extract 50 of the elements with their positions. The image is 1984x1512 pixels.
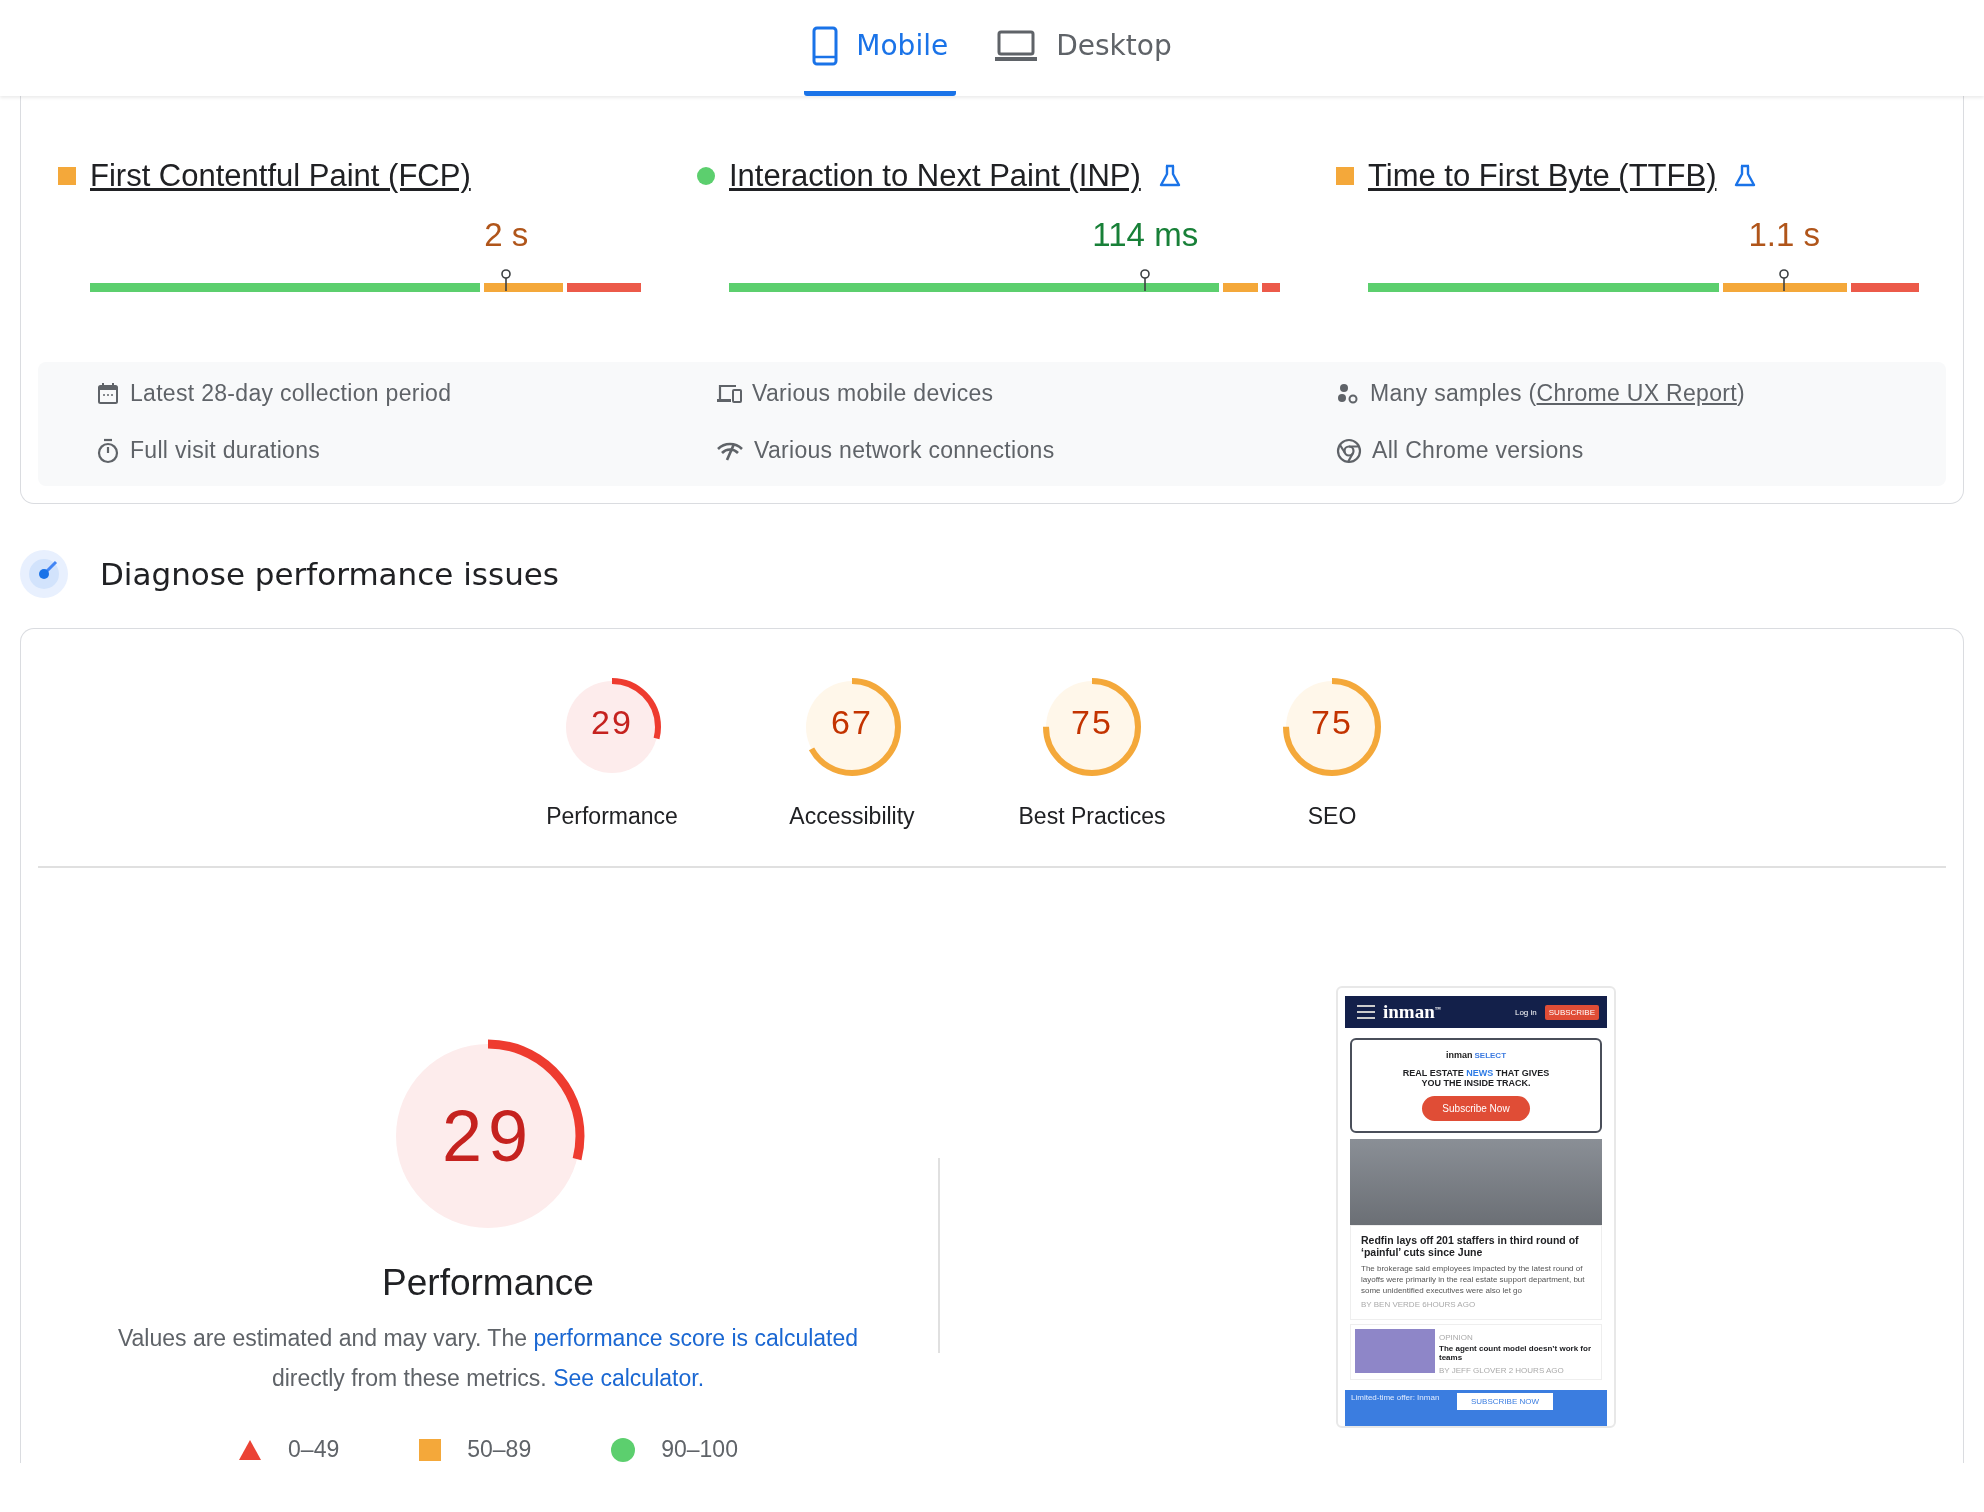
score-link[interactable]: performance score is calculated	[533, 1325, 859, 1351]
chrome-icon	[1336, 437, 1362, 464]
device-tab[interactable]: Mobile	[804, 0, 957, 96]
phone-icon	[812, 25, 839, 66]
score-description: Values are estimated and may vary. The performance score is calculated directly from these metrics. See calculator.	[116, 1324, 860, 1393]
legend-label: 50–89	[467, 1436, 532, 1463]
article-title: Redfin lays off 201 staffers in third round of ‘painful’ cuts since June	[1361, 1234, 1580, 1258]
metric-value: 1.1 s	[1748, 216, 1820, 254]
subscribe-button[interactable]: SUBSCRIBE	[1544, 1004, 1599, 1020]
site-logo: inman$^{™}$	[1383, 1001, 1441, 1023]
section-title: Diagnose performance issues	[100, 556, 560, 592]
info-text: Various mobile devices	[752, 380, 994, 407]
score-title: Performance	[382, 1262, 594, 1304]
subscribe-button[interactable]: SUBSCRIBE NOW	[1457, 1393, 1553, 1410]
legend-label: 0–49	[288, 1436, 340, 1463]
dots-icon	[1336, 381, 1360, 406]
metric-link[interactable]: Interaction to Next Paint (INP)	[729, 158, 1141, 194]
calendar-icon	[96, 381, 120, 406]
metric-link[interactable]: Time to First Byte (TTFB)	[1368, 158, 1717, 194]
article-label: OPINION	[1439, 1333, 1474, 1342]
legend-label: 90–100	[661, 1436, 738, 1463]
metric-link[interactable]: First Contentful Paint (FCP)	[90, 158, 471, 194]
category-score[interactable]: 29 Performance	[492, 677, 732, 830]
metric-value: 114 ms	[1092, 216, 1199, 254]
metric-value: 2 s	[484, 216, 529, 254]
category-score[interactable]: 75 Best Practices	[972, 677, 1212, 830]
devices-icon	[716, 382, 742, 405]
category-score[interactable]: 67 Accessibility	[732, 677, 972, 830]
article-summary: The brokerage said employees impacted by the latest round of layoffs were primarily in the real estate support department, but some unidentified executives were also let go	[1361, 1263, 1586, 1296]
info-text: Many samples (Chrome UX Report)	[1370, 380, 1745, 407]
calculator-link[interactable]: See calculator.	[553, 1365, 705, 1391]
promo-headline: REAL ESTATE NEWS THAT GIVES YOU THE INSIDE TRACK.	[1401, 1068, 1551, 1088]
gauge-icon	[20, 550, 68, 598]
subscribe-button[interactable]: Subscribe Now	[1422, 1096, 1530, 1121]
offer-text: Limited-time offer: Inman	[1351, 1393, 1441, 1402]
device-tab[interactable]: Desktop	[986, 0, 1180, 96]
score-value: 29	[441, 1095, 535, 1177]
category-score[interactable]: 75 SEO	[1212, 677, 1452, 830]
info-text: Latest 28-day collection period	[130, 380, 452, 407]
login-link[interactable]: Log in	[1514, 1007, 1537, 1017]
info-text: Various network connections	[754, 437, 1055, 464]
info-text: Full visit durations	[130, 437, 321, 464]
laptop-icon	[994, 29, 1039, 62]
menu-icon	[1357, 1005, 1375, 1019]
promo-brand: inman SELECT	[1445, 1050, 1507, 1060]
article-byline: BY JEFF GLOVER 2 HOURS AGO	[1439, 1366, 1565, 1375]
article-title: The agent count model doesn’t work for teams	[1439, 1344, 1592, 1362]
article-byline: BY BEN VERDE 6HOURS AGO	[1361, 1300, 1477, 1309]
stopwatch-icon	[96, 437, 120, 464]
info-text: All Chrome versions	[1372, 437, 1584, 464]
